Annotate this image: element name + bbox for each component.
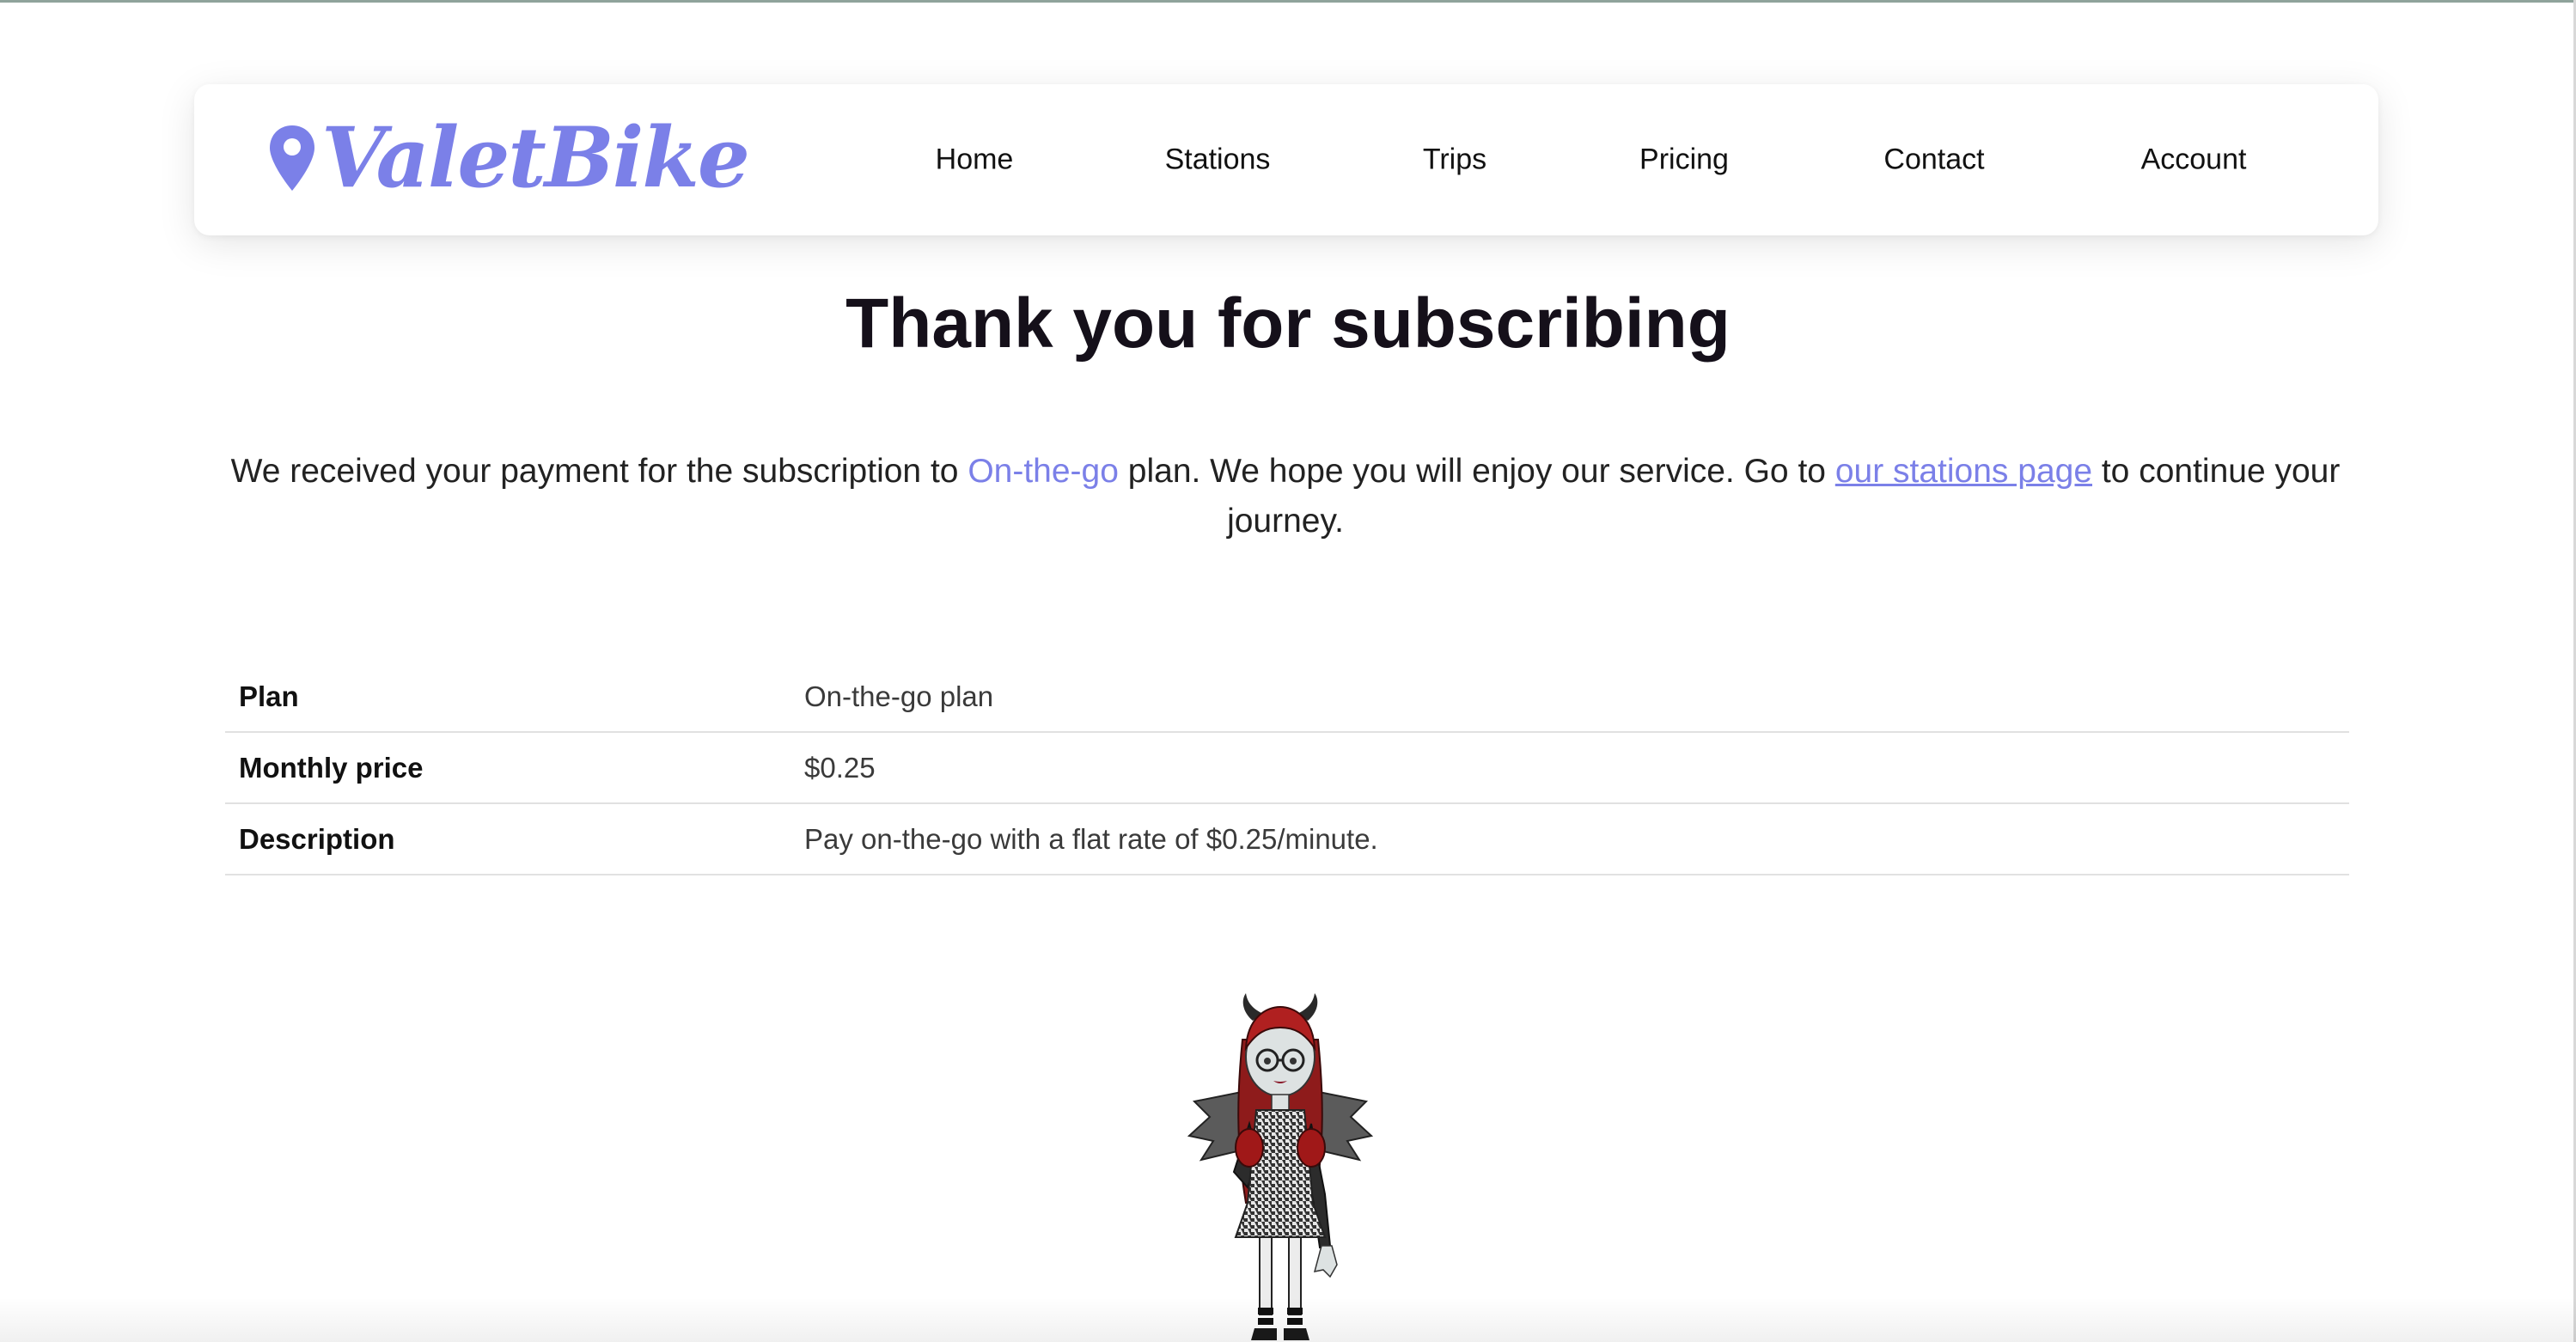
nav-account[interactable]: Account xyxy=(2141,143,2247,177)
nav-home[interactable]: Home xyxy=(936,143,1014,177)
intro-text-middle: plan. We hope you will enjoy our service… xyxy=(1118,453,1835,490)
window-top-border xyxy=(0,0,2576,3)
description-label: Description xyxy=(225,803,791,875)
nav-trips[interactable]: Trips xyxy=(1423,143,1486,177)
nav-contact[interactable]: Contact xyxy=(1883,143,1984,177)
table-row: Monthly price $0.25 xyxy=(225,732,2349,804)
monthly-price-label: Monthly price xyxy=(225,732,791,804)
plan-value: On-the-go plan xyxy=(791,662,2349,733)
map-pin-icon xyxy=(270,125,314,191)
table-row: Plan On-the-go plan xyxy=(225,662,2349,733)
table-row: Description Pay on-the-go with a flat ra… xyxy=(225,803,2349,875)
subscription-confirmation-text: We received your payment for the subscri… xyxy=(229,447,2342,546)
nav-stations[interactable]: Stations xyxy=(1165,143,1271,177)
brand-logo-link[interactable]: ValetBike xyxy=(268,109,750,206)
description-value: Pay on-the-go with a flat rate of $0.25/… xyxy=(791,803,2349,875)
navbar: ValetBike Home Stations Trips Pricing Co… xyxy=(194,84,2378,235)
plan-label: Plan xyxy=(225,662,791,733)
plan-link[interactable]: On-the-go xyxy=(968,453,1119,490)
stations-page-link[interactable]: our stations page xyxy=(1835,453,2092,490)
page-title: Thank you for subscribing xyxy=(845,284,1731,363)
nav-pricing[interactable]: Pricing xyxy=(1639,143,1729,177)
mascot-character-illustration xyxy=(1187,993,1374,1340)
plan-details-table: Plan On-the-go plan Monthly price $0.25 … xyxy=(225,662,2349,875)
brand-name: ValetBike xyxy=(321,109,750,206)
monthly-price-value: $0.25 xyxy=(791,732,2349,804)
intro-text-before: We received your payment for the subscri… xyxy=(230,453,968,490)
